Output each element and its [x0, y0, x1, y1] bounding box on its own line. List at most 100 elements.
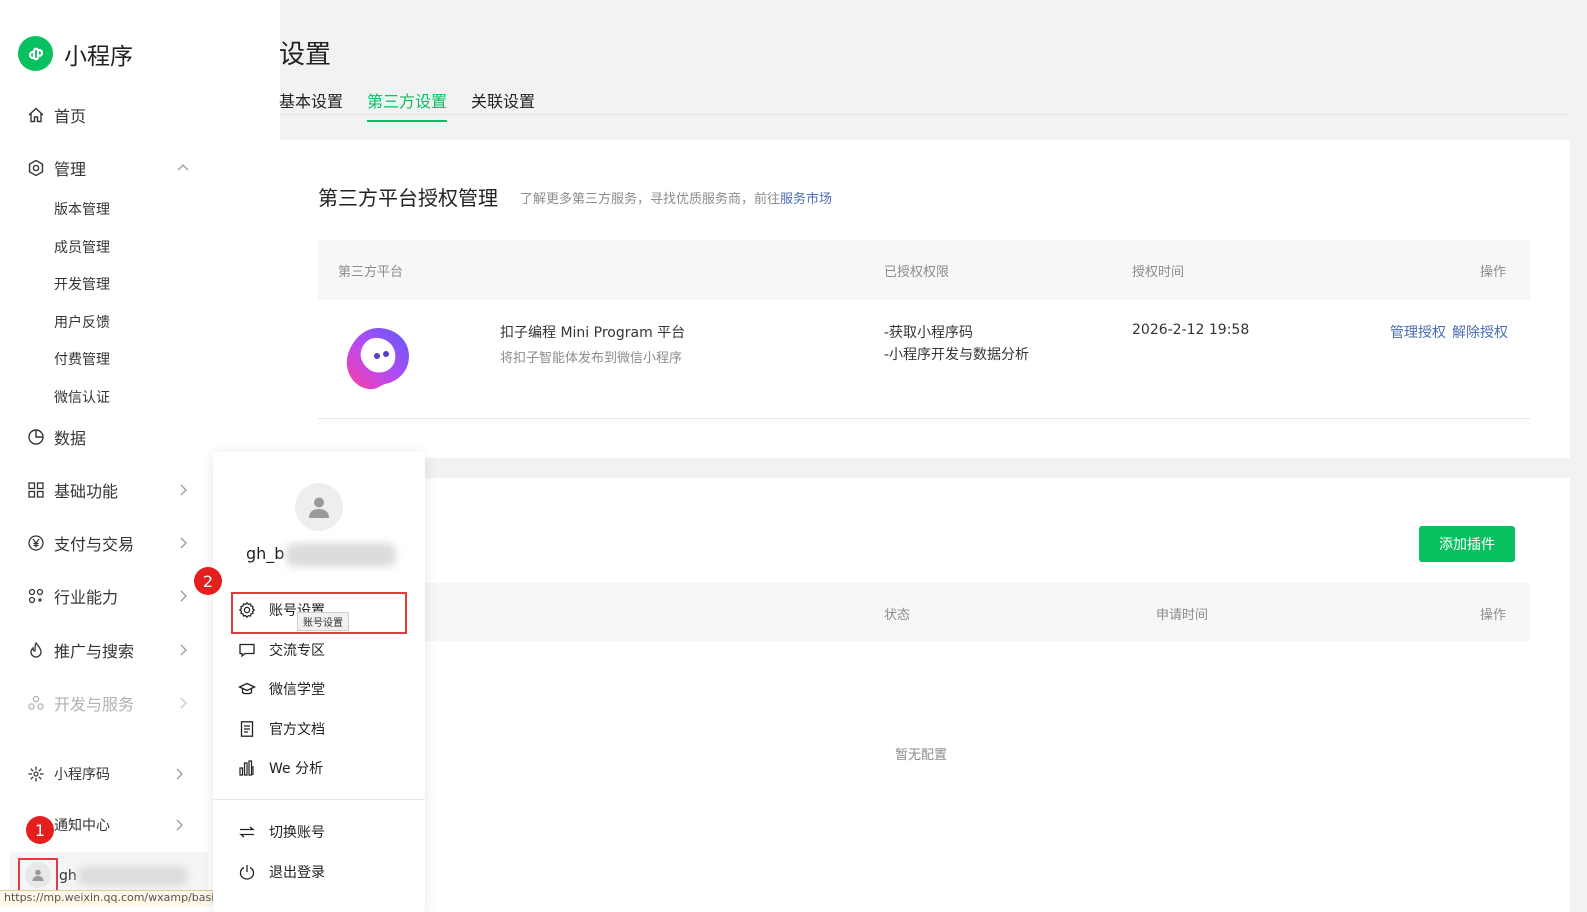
permission-item: -小程序开发与数据分析	[884, 347, 1030, 363]
chevron-right-icon	[176, 536, 190, 550]
sidebar-subitem-verify[interactable]: 微信认证	[54, 387, 110, 407]
tooltip: 账号设置	[297, 612, 349, 631]
sidebar-item-promo[interactable]: 推广与搜索	[26, 636, 196, 664]
tab-third-party[interactable]: 第三方设置	[367, 88, 448, 122]
menu-item-switch-account[interactable]: 切换账号	[238, 822, 325, 842]
sidebar-item-home[interactable]: 首页	[26, 101, 196, 129]
menu-item-we-analysis[interactable]: We 分析	[238, 758, 323, 778]
chevron-right-icon	[176, 643, 190, 657]
sidebar-subitem-members[interactable]: 成员管理	[54, 237, 110, 257]
menu-item-label: 官方文档	[269, 722, 325, 738]
graduation-cap-icon	[238, 680, 256, 698]
user-icon	[309, 497, 329, 518]
plugins-table-header: 状态 申请时间 操作	[318, 583, 1530, 641]
switch-arrows-icon	[238, 823, 256, 841]
yuan-icon	[26, 533, 46, 553]
chevron-right-icon	[176, 483, 190, 497]
sidebar-item-label: 基础功能	[54, 482, 119, 501]
industry-icon	[26, 586, 46, 606]
remove-auth-link[interactable]: 解除授权	[1452, 322, 1508, 342]
tab-linked[interactable]: 关联设置	[471, 88, 535, 122]
sidebar-item-label: 支付与交易	[54, 535, 135, 554]
manage-auth-link[interactable]: 管理授权	[1390, 322, 1446, 342]
chat-bubble-icon	[238, 641, 256, 659]
flame-icon	[26, 640, 46, 660]
plugins-card	[280, 478, 1570, 912]
sidebar-subitem-paid[interactable]: 付费管理	[54, 349, 110, 369]
miniprogram-logo-icon	[18, 36, 53, 71]
redacted-popover-name	[286, 543, 396, 567]
menu-item-label: 切换账号	[269, 825, 325, 841]
sidebar-item-data[interactable]: 数据	[26, 423, 196, 451]
sidebar-item-label: 小程序码	[54, 767, 110, 783]
platform-name: 扣子编程 Mini Program 平台	[500, 325, 686, 341]
third-party-subtitle-text: 了解更多第三方服务，寻找优质服务商，前往	[520, 192, 781, 207]
redacted-account-name	[78, 866, 188, 886]
power-icon	[238, 863, 256, 881]
account-avatar-button[interactable]	[18, 858, 58, 892]
bar-chart-icon	[238, 759, 256, 777]
menu-item-academy[interactable]: 微信学堂	[238, 679, 325, 699]
sidebar-subitem-version[interactable]: 版本管理	[54, 199, 110, 219]
pie-chart-icon	[26, 427, 46, 447]
app-title: 小程序	[64, 43, 133, 70]
page-title: 设置	[279, 40, 332, 70]
menu-item-logout[interactable]: 退出登录	[238, 862, 325, 882]
coze-logo-icon	[345, 326, 411, 392]
sidebar-item-label: 管理	[54, 160, 87, 179]
sidebar-subitem-dev[interactable]: 开发管理	[54, 274, 110, 294]
popover-account-name: gh_b	[246, 544, 285, 563]
auth-time: 2026-2-12 19:58	[1132, 322, 1250, 338]
menu-item-label: We 分析	[269, 761, 324, 777]
grid-icon	[26, 480, 46, 500]
sidebar-subitem-feedback[interactable]: 用户反馈	[54, 312, 110, 332]
sidebar-item-label: 通知中心	[54, 818, 110, 834]
sidebar-item-manage[interactable]: 管理	[26, 154, 196, 182]
step-badge-2: 2	[194, 567, 222, 595]
app-logo[interactable]: 小程序	[18, 36, 133, 71]
col-operation: 操作	[1480, 265, 1507, 280]
col-permissions: 已授权权限	[884, 265, 950, 280]
sidebar-item-label: 首页	[54, 107, 87, 126]
add-plugin-button[interactable]: 添加插件	[1419, 526, 1515, 562]
account-name: gh	[59, 868, 77, 884]
chevron-up-icon	[176, 161, 190, 175]
chevron-right-icon	[176, 589, 190, 603]
home-icon	[26, 105, 46, 125]
sidebar-item-pay[interactable]: 支付与交易	[26, 529, 196, 557]
sidebar-item-basic[interactable]: 基础功能	[26, 476, 196, 504]
manage-icon	[26, 158, 46, 178]
menu-item-label: 交流专区	[269, 643, 325, 659]
sidebar-item-label: 行业能力	[54, 588, 119, 607]
col-apply-time: 申请时间	[1156, 608, 1209, 623]
chevron-right-icon	[172, 818, 186, 832]
permission-item: -获取小程序码	[884, 325, 974, 341]
sidebar-item-industry[interactable]: 行业能力	[26, 582, 196, 610]
user-icon	[25, 862, 51, 888]
popover-avatar	[295, 483, 343, 531]
document-icon	[238, 720, 256, 738]
menu-item-docs[interactable]: 官方文档	[238, 719, 325, 739]
platform-desc: 将扣子智能体发布到微信小程序	[500, 351, 683, 366]
sidebar-item-label: 数据	[54, 429, 87, 448]
menu-item-label: 退出登录	[269, 865, 325, 881]
sidebar-item-devservice[interactable]: 开发与服务	[26, 689, 196, 717]
miniprogram-code-icon	[26, 764, 46, 784]
service-market-link[interactable]: 服务市场	[780, 192, 832, 207]
tab-basic[interactable]: 基本设置	[279, 88, 343, 122]
sidebar-item-label: 推广与搜索	[54, 642, 135, 661]
menu-item-community[interactable]: 交流专区	[238, 640, 325, 660]
col-platform: 第三方平台	[338, 265, 404, 280]
sidebar-item-qrcode[interactable]: 小程序码	[26, 760, 196, 788]
third-party-title: 第三方平台授权管理	[318, 186, 498, 210]
chevron-right-icon	[172, 767, 186, 781]
popover-divider	[213, 799, 425, 800]
col-auth-time: 授权时间	[1132, 265, 1185, 280]
chevron-right-icon	[176, 696, 190, 710]
settings-tabs: 基本设置 第三方设置 关联设置	[279, 88, 559, 122]
row-divider	[318, 418, 1530, 419]
sidebar-item-label: 开发与服务	[54, 695, 135, 714]
tab-divider	[279, 114, 1569, 115]
empty-state: 暂无配置	[895, 748, 948, 763]
third-party-subtitle: 了解更多第三方服务，寻找优质服务商，前往服务市场	[520, 188, 832, 207]
